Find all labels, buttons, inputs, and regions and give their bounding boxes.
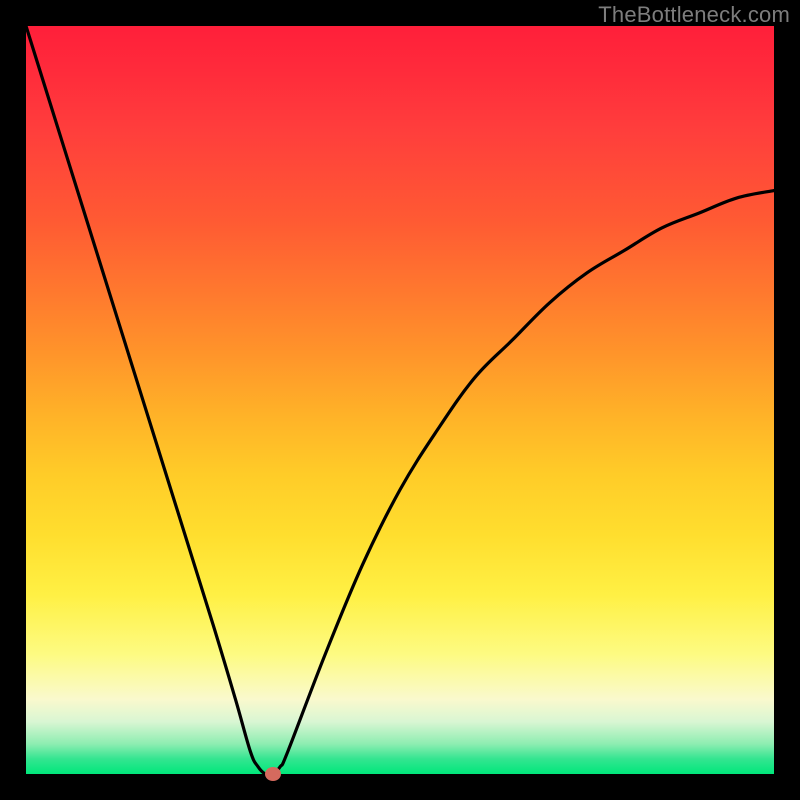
bottleneck-curve [26,26,774,774]
optimal-point-marker [265,767,281,781]
plot-area [26,26,774,774]
watermark-text: TheBottleneck.com [598,2,790,28]
chart-frame: TheBottleneck.com [0,0,800,800]
